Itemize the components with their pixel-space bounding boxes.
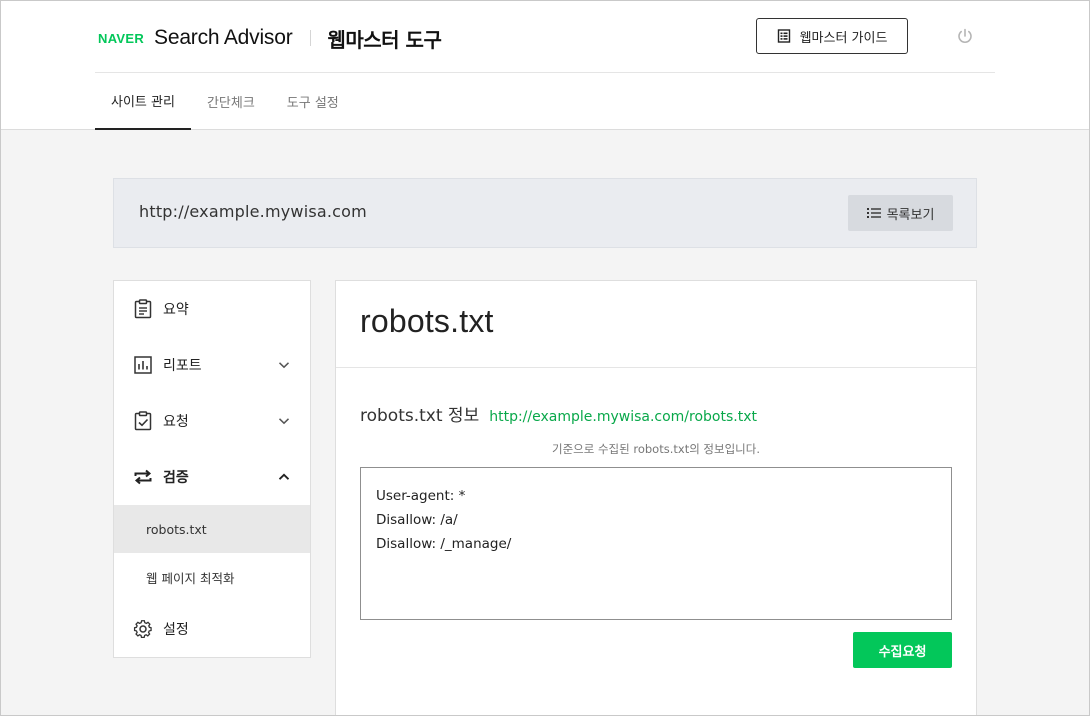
list-view-button[interactable]: 목록보기 bbox=[848, 195, 953, 231]
brand-subtitle: 웹마스터 도구 bbox=[327, 27, 442, 52]
robots-line: Disallow: /a/ bbox=[376, 512, 458, 528]
chart-icon bbox=[132, 354, 154, 376]
robots-line: Disallow: /_manage/ bbox=[376, 536, 512, 552]
brand-title: Search Advisor bbox=[154, 26, 293, 49]
robots-description: 기준으로 수집된 robots.txt의 정보입니다. bbox=[552, 442, 760, 456]
sidebar-item-verify[interactable]: 검증 bbox=[114, 449, 310, 505]
sidebar-subitem-robots-txt[interactable]: robots.txt bbox=[114, 505, 310, 553]
sidebar-item-request[interactable]: 요청 bbox=[114, 393, 310, 449]
clipboard-icon bbox=[132, 298, 154, 320]
webmaster-guide-button[interactable]: 웹마스터 가이드 bbox=[756, 18, 908, 54]
robots-line: User-agent: * bbox=[376, 488, 466, 504]
main-tabs: 사이트 관리 간단체크 도구 설정 bbox=[95, 73, 355, 130]
document-icon bbox=[777, 29, 791, 43]
sidebar: 요약 리포트 요청 검증 robots.txt 웹 페이지 최적화 설정 bbox=[113, 280, 311, 658]
page-title: robots.txt bbox=[360, 303, 494, 339]
tab-site-management[interactable]: 사이트 관리 bbox=[95, 73, 191, 130]
robots-content-box[interactable]: User-agent: * Disallow: /a/ Disallow: /_… bbox=[360, 467, 952, 620]
tab-quick-check[interactable]: 간단체크 bbox=[191, 73, 271, 129]
sidebar-item-label: 요약 bbox=[163, 302, 189, 318]
site-url-bar: http://example.mywisa.com 목록보기 bbox=[113, 178, 977, 248]
collect-request-button[interactable]: 수집요청 bbox=[853, 632, 952, 668]
sidebar-item-summary[interactable]: 요약 bbox=[114, 281, 310, 337]
gear-icon bbox=[132, 618, 154, 640]
list-icon bbox=[866, 207, 881, 219]
clipboard-check-icon bbox=[132, 410, 154, 432]
robots-url-link[interactable]: http://example.mywisa.com/robots.txt bbox=[489, 409, 757, 425]
sidebar-item-label: 요청 bbox=[163, 414, 189, 430]
list-button-label: 목록보기 bbox=[886, 207, 935, 223]
naver-logo: NAVER bbox=[98, 30, 145, 46]
chevron-down-icon bbox=[278, 415, 290, 427]
sidebar-subitem-page-optimization[interactable]: 웹 페이지 최적화 bbox=[114, 553, 310, 601]
power-icon[interactable] bbox=[955, 26, 975, 46]
chevron-down-icon bbox=[278, 359, 290, 371]
brand[interactable]: NAVER Search Advisor 웹마스터 도구 bbox=[98, 24, 442, 52]
sidebar-item-label: 검증 bbox=[163, 470, 189, 486]
guide-button-label: 웹마스터 가이드 bbox=[799, 30, 888, 46]
repeat-icon bbox=[132, 466, 154, 488]
sidebar-item-label: 리포트 bbox=[163, 358, 202, 374]
tab-tool-settings[interactable]: 도구 설정 bbox=[271, 73, 355, 129]
chevron-up-icon bbox=[278, 471, 290, 483]
sidebar-item-report[interactable]: 리포트 bbox=[114, 337, 310, 393]
sidebar-item-settings[interactable]: 설정 bbox=[114, 601, 310, 657]
robots-info-label: robots.txt 정보 bbox=[360, 406, 480, 426]
site-url: http://example.mywisa.com bbox=[139, 202, 367, 221]
robots-info-heading: robots.txt 정보 http://example.mywisa.com/… bbox=[360, 401, 757, 426]
header: NAVER Search Advisor 웹마스터 도구 웹마스터 가이드 사이… bbox=[0, 0, 1090, 130]
sidebar-item-label: 설정 bbox=[163, 622, 189, 638]
main-content: robots.txt robots.txt 정보 http://example.… bbox=[335, 280, 977, 716]
brand-divider bbox=[310, 30, 312, 46]
title-divider bbox=[336, 367, 976, 368]
